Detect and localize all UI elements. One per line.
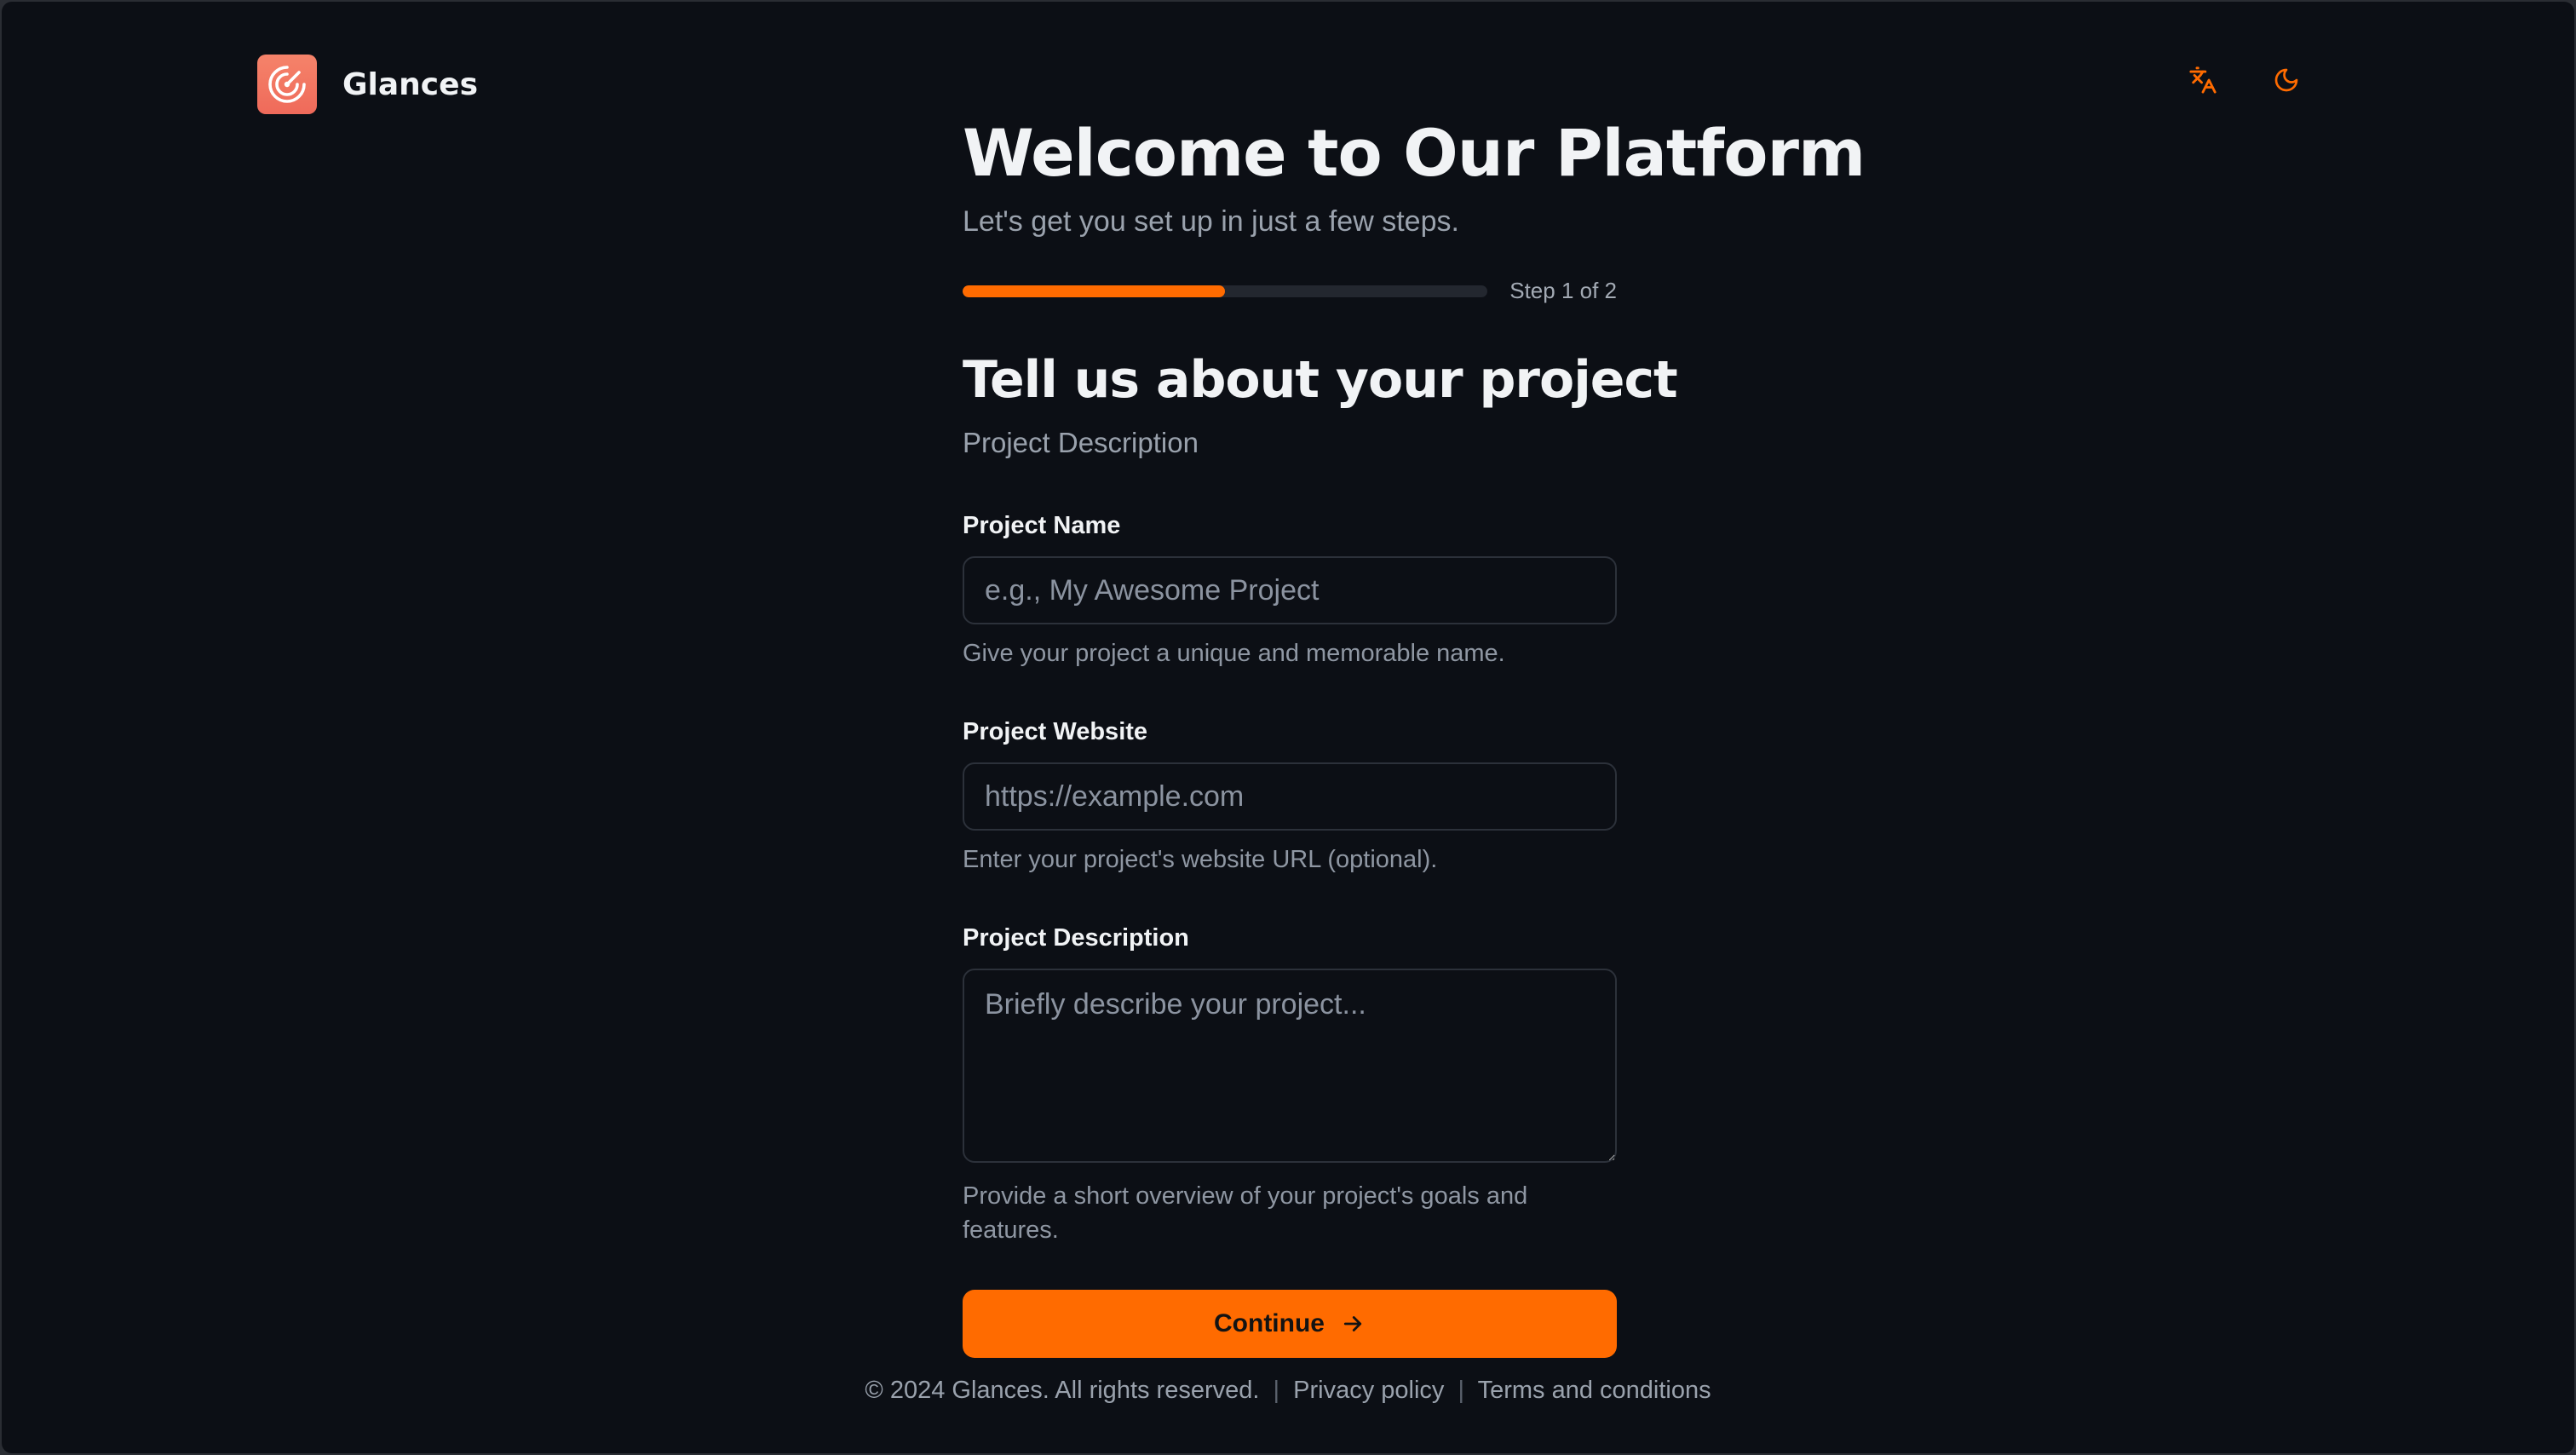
step-title: Tell us about your project (963, 350, 1678, 410)
app-window: Glances Welcome to Our Platform Let's ge… (2, 2, 2574, 1453)
project-name-label: Project Name (963, 512, 1121, 539)
footer-separator: | (1458, 1377, 1465, 1404)
project-description-textarea[interactable] (963, 969, 1617, 1163)
continue-label: Continue (1214, 1309, 1325, 1337)
progress-indicator: Step 1 of 2 (963, 278, 1617, 304)
translate-icon (2189, 66, 2217, 94)
project-website-help: Enter your project's website URL (option… (963, 846, 1438, 873)
project-description-field: Project Description Provide a short over… (963, 923, 1617, 1247)
theme-toggle-button[interactable] (2269, 63, 2303, 97)
project-description-help: Provide a short overview of your project… (963, 1182, 1528, 1244)
privacy-policy-link[interactable]: Privacy policy (1293, 1377, 1444, 1404)
page-title: Welcome to Our Platform (963, 115, 1866, 191)
header-actions (2186, 63, 2303, 97)
onboarding-form: Welcome to Our Platform Let's get you se… (963, 111, 1866, 1358)
page-subtitle: Let's get you set up in just a few steps… (963, 205, 1459, 238)
arrow-right-icon (1343, 1316, 1362, 1331)
footer: © 2024 Glances. All rights reserved. | P… (2, 1377, 2574, 1405)
project-name-field: Project Name Give your project a unique … (963, 510, 1617, 670)
project-name-help: Give your project a unique and memorable… (963, 640, 1505, 667)
footer-separator: | (1273, 1377, 1280, 1404)
terms-link[interactable]: Terms and conditions (1478, 1377, 1711, 1404)
project-website-input[interactable] (963, 762, 1617, 831)
progress-track (963, 285, 1488, 297)
brand-link[interactable]: Glances (257, 55, 478, 114)
moon-icon (2274, 68, 2298, 92)
project-name-input[interactable] (963, 556, 1617, 624)
brand-name: Glances (342, 66, 478, 102)
footer-copyright: © 2024 Glances. All rights reserved. (865, 1377, 1260, 1404)
project-website-field: Project Website Enter your project's web… (963, 716, 1617, 877)
continue-button[interactable]: Continue (963, 1290, 1617, 1358)
progress-fill (963, 285, 1226, 297)
language-button[interactable] (2186, 63, 2220, 97)
project-description-label: Project Description (963, 924, 1189, 952)
radar-logo-icon (257, 55, 317, 114)
progress-label: Step 1 of 2 (1509, 278, 1617, 303)
step-subtitle: Project Description (963, 427, 1199, 458)
project-website-label: Project Website (963, 718, 1148, 745)
